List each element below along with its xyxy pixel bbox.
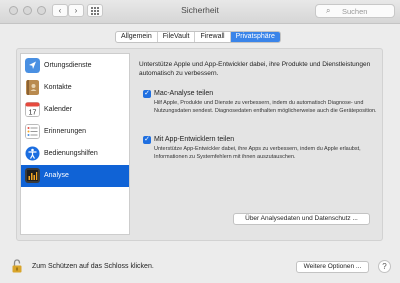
title-bar: ‹ › Sicherheit ⌕ Suchen bbox=[0, 0, 400, 24]
sidebar-item-label: Erinnerungen bbox=[44, 128, 87, 135]
sidebar-item-kalender[interactable]: 17 Kalender bbox=[21, 99, 129, 121]
chevron-right-icon: › bbox=[74, 6, 78, 15]
accessibility-icon bbox=[25, 146, 40, 161]
tab-firewall[interactable]: Firewall bbox=[195, 32, 231, 42]
sidebar-item-label: Kalender bbox=[44, 106, 73, 113]
contacts-book-icon bbox=[26, 80, 39, 95]
share-with-developers-description: Unterstütze App-Entwickler dabei, ihre A… bbox=[154, 146, 361, 160]
intro-text: Unterstütze Apple und App-Entwickler dab… bbox=[139, 61, 371, 77]
window-title: Sicherheit bbox=[181, 5, 219, 15]
mac-analytics-checkbox[interactable]: ✓ bbox=[143, 90, 151, 98]
forward-button[interactable]: › bbox=[68, 4, 84, 17]
grid-icon bbox=[91, 10, 93, 12]
lock-hint-text: Zum Schützen auf das Schloss klicken. bbox=[32, 263, 154, 270]
chevron-left-icon: ‹ bbox=[58, 6, 62, 15]
search-field[interactable]: ⌕ Suchen bbox=[315, 4, 395, 18]
sidebar-item-erinnerungen[interactable]: Erinnerungen bbox=[21, 121, 129, 143]
grid-icon bbox=[94, 7, 96, 9]
grid-icon bbox=[94, 13, 96, 15]
sidebar-item-label: Ortungsdienste bbox=[44, 62, 92, 69]
sidebar-item-ortungsdienste[interactable]: Ortungsdienste bbox=[21, 55, 129, 77]
search-icon: ⌕ bbox=[326, 6, 331, 15]
minimize-window-button[interactable] bbox=[23, 6, 32, 15]
back-button[interactable]: ‹ bbox=[52, 4, 68, 17]
advanced-options-button[interactable]: Weitere Optionen ... bbox=[296, 261, 369, 273]
grid-icon bbox=[94, 10, 96, 12]
grid-icon bbox=[91, 13, 93, 15]
mac-analytics-label: Mac-Analyse teilen bbox=[154, 90, 214, 97]
about-analytics-privacy-button[interactable]: Über Analysedaten und Datenschutz ... bbox=[233, 213, 370, 225]
sidebar-item-bedienungshilfen[interactable]: Bedienungshilfen bbox=[21, 143, 129, 165]
location-arrow-icon bbox=[25, 58, 40, 73]
grid-icon bbox=[97, 10, 99, 12]
analytics-chart-icon bbox=[25, 168, 40, 183]
share-with-developers-label: Mit App-Entwicklern teilen bbox=[154, 136, 235, 143]
question-mark-icon: ? bbox=[382, 262, 387, 271]
calendar-icon: 17 bbox=[25, 102, 40, 117]
help-button[interactable]: ? bbox=[378, 260, 391, 273]
checkmark-icon: ✓ bbox=[144, 136, 150, 143]
show-all-button[interactable] bbox=[87, 4, 103, 17]
grid-icon bbox=[97, 13, 99, 15]
sidebar-item-label: Bedienungshilfen bbox=[44, 150, 98, 157]
mac-analytics-description: Hilf Apple, Produkte und Dienste zu verb… bbox=[154, 100, 377, 114]
svg-text:17: 17 bbox=[29, 110, 37, 117]
zoom-window-button[interactable] bbox=[37, 6, 46, 15]
sidebar-item-kontakte[interactable]: Kontakte bbox=[21, 77, 129, 99]
reminders-list-icon bbox=[25, 124, 40, 139]
grid-icon bbox=[91, 7, 93, 9]
privacy-sidebar: Ortungsdienste Kontakte 17 Kalender Erin… bbox=[20, 53, 130, 235]
close-window-button[interactable] bbox=[9, 6, 18, 15]
search-placeholder: Suchen bbox=[342, 7, 368, 16]
checkmark-icon: ✓ bbox=[144, 90, 150, 97]
share-with-developers-checkbox[interactable]: ✓ bbox=[143, 136, 151, 144]
sidebar-item-analyse[interactable]: Analyse bbox=[21, 165, 129, 187]
sidebar-item-label: Kontakte bbox=[44, 84, 72, 91]
tab-allgemein[interactable]: Allgemein bbox=[116, 32, 158, 42]
tab-filevault[interactable]: FileVault bbox=[158, 32, 196, 42]
tab-privatsphaere[interactable]: Privatsphäre bbox=[230, 32, 280, 42]
grid-icon bbox=[97, 7, 99, 9]
tab-bar: Allgemein FileVault Firewall Privatsphär… bbox=[115, 31, 281, 43]
sidebar-item-label: Analyse bbox=[44, 172, 69, 179]
lock-icon[interactable] bbox=[12, 259, 22, 273]
